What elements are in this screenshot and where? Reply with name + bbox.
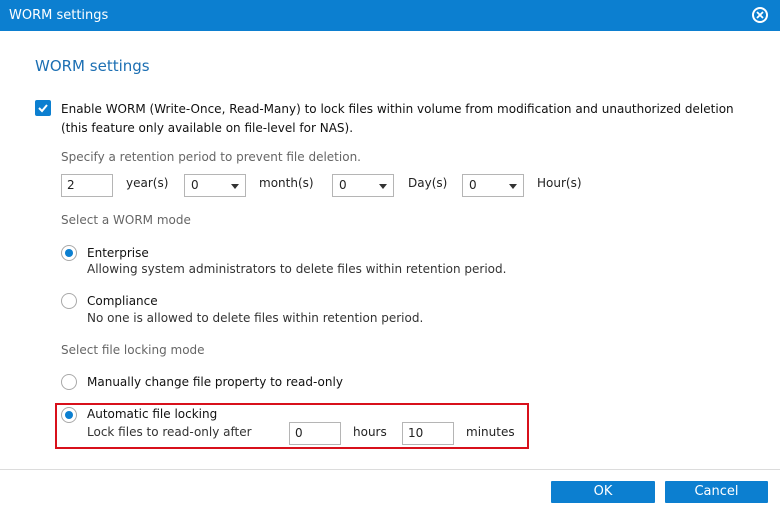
months-select[interactable]: 0	[184, 174, 246, 197]
compliance-radio[interactable]	[61, 293, 77, 309]
enterprise-description: Allowing system administrators to delete…	[87, 262, 507, 276]
lock-hours-unit: hours	[353, 425, 387, 439]
chevron-down-icon	[231, 184, 239, 189]
lock-hours-input[interactable]: 0	[289, 422, 341, 445]
window-title: WORM settings	[9, 8, 109, 23]
title-bar: WORM settings	[0, 0, 780, 31]
lock-after-label: Lock files to read-only after	[87, 425, 252, 439]
automatic-locking-radio[interactable]	[61, 407, 77, 423]
enterprise-title: Enterprise	[87, 246, 149, 260]
worm-mode-label: Select a WORM mode	[61, 213, 191, 227]
lock-minutes-unit: minutes	[466, 425, 515, 439]
checkmark-icon	[38, 104, 48, 113]
ok-button[interactable]: OK	[551, 481, 655, 503]
automatic-locking-title: Automatic file locking	[87, 407, 218, 421]
compliance-title: Compliance	[87, 294, 158, 308]
retention-label: Specify a retention period to prevent fi…	[61, 150, 361, 164]
years-unit-label: year(s)	[126, 176, 169, 190]
hours-select[interactable]: 0	[462, 174, 524, 197]
hours-select-value: 0	[469, 178, 477, 192]
locking-mode-label: Select file locking mode	[61, 343, 205, 357]
days-select[interactable]: 0	[332, 174, 394, 197]
enable-worm-label: Enable WORM (Write-Once, Read-Many) to l…	[61, 102, 734, 135]
close-icon[interactable]	[752, 7, 768, 23]
lock-minutes-input[interactable]: 10	[402, 422, 454, 445]
hours-unit-label: Hour(s)	[537, 176, 582, 190]
manual-locking-title: Manually change file property to read-on…	[87, 375, 343, 389]
page-title: WORM settings	[35, 57, 150, 75]
cancel-button[interactable]: Cancel	[665, 481, 768, 503]
enable-worm-checkbox[interactable]	[35, 100, 51, 116]
days-select-value: 0	[339, 178, 347, 192]
months-select-value: 0	[191, 178, 199, 192]
months-unit-label: month(s)	[259, 176, 314, 190]
chevron-down-icon	[379, 184, 387, 189]
footer-divider	[0, 469, 780, 470]
chevron-down-icon	[509, 184, 517, 189]
compliance-description: No one is allowed to delete files within…	[87, 311, 424, 325]
manual-locking-radio[interactable]	[61, 374, 77, 390]
days-unit-label: Day(s)	[408, 176, 448, 190]
years-input[interactable]: 2	[61, 174, 113, 197]
enterprise-radio[interactable]	[61, 245, 77, 261]
